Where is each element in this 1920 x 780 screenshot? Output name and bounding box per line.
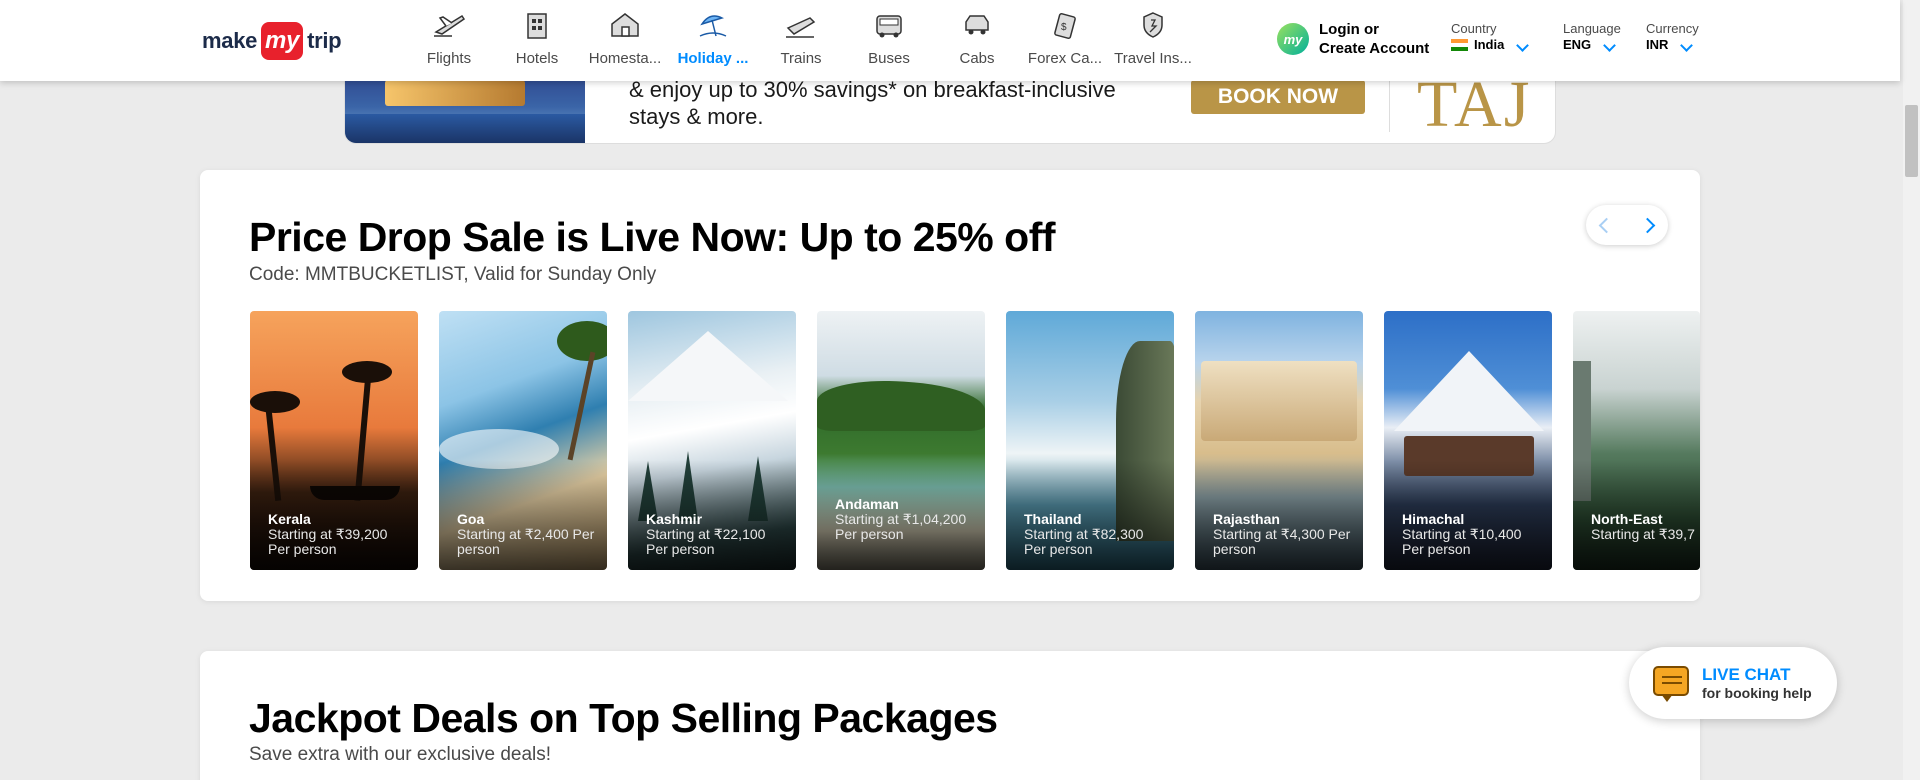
carousel-controls (1586, 205, 1668, 245)
destination-price: Starting at ₹1,04,200 Per person (835, 511, 967, 542)
price-drop-section: Price Drop Sale is Live Now: Up to 25% o… (200, 170, 1700, 601)
logo-trip: trip (307, 28, 342, 53)
bus-icon (872, 8, 906, 42)
banner-text-line2: stays & more. (629, 104, 764, 129)
destination-name: Himachal (1402, 511, 1465, 527)
top-header: make my trip Flights Hotels Homesta... H… (0, 0, 1900, 81)
destination-price: Starting at ₹82,300 Per person (1024, 526, 1144, 557)
logo-make: make (202, 28, 258, 53)
nav-homestays[interactable]: Homesta... (581, 8, 669, 74)
book-now-button[interactable]: BOOK NOW (1191, 80, 1365, 114)
hotel-icon (520, 8, 554, 42)
language-label: Language (1563, 21, 1621, 36)
chevron-down-icon (1603, 39, 1617, 52)
country-label: Country (1451, 21, 1497, 36)
nav-forex-card[interactable]: $ Forex Ca... (1021, 8, 1109, 74)
login-button[interactable]: my Login or Create Account (1277, 20, 1429, 58)
india-flag-icon (1451, 38, 1468, 51)
chat-bubble-icon (1653, 666, 1689, 702)
scrollbar-thumb[interactable] (1905, 105, 1918, 177)
homestay-icon (608, 8, 642, 42)
destination-name: Thailand (1024, 511, 1082, 527)
nav-label: Homesta... (588, 50, 662, 67)
destination-price: Starting at ₹22,100 Per person (646, 526, 766, 557)
destination-card-goa[interactable]: Goa Starting at ₹2,400 Per person (439, 311, 607, 570)
chevron-right-icon (1639, 217, 1656, 233)
live-chat-title: LIVE CHAT (1702, 665, 1791, 684)
destination-card-kerala[interactable]: Kerala Starting at ₹39,200 Per person (250, 311, 418, 570)
nav-label: Hotels (515, 50, 559, 67)
destination-name: Kerala (268, 511, 311, 527)
destination-name: Andaman (835, 496, 899, 512)
nav-label: Flights (426, 50, 472, 67)
destination-name: Goa (457, 511, 485, 527)
nav-label: Buses (868, 50, 910, 67)
nav-label: Trains (780, 50, 822, 67)
destination-price: Starting at ₹39,200 Per person (268, 526, 388, 557)
cab-icon (960, 8, 994, 42)
nav-buses[interactable]: Buses (845, 8, 933, 74)
jackpot-deals-section: Jackpot Deals on Top Selling Packages Sa… (200, 651, 1700, 780)
currency-label: Currency (1646, 21, 1699, 36)
destination-card-rajasthan[interactable]: Rajasthan Starting at ₹4,300 Per person (1195, 311, 1363, 570)
nav-hotels[interactable]: Hotels (493, 8, 581, 74)
main-nav: Flights Hotels Homesta... Holiday ... Tr… (405, 8, 1197, 74)
section-title: Price Drop Sale is Live Now: Up to 25% o… (249, 214, 1056, 260)
banner-text: & enjoy up to 30% savings* on breakfast-… (629, 76, 1149, 130)
destination-price: Starting at ₹2,400 Per person (457, 526, 595, 557)
page-scrollbar[interactable] (1903, 0, 1920, 780)
flight-icon (432, 8, 466, 42)
live-chat-button[interactable]: LIVE CHAT for booking help (1629, 647, 1837, 719)
destination-card-kashmir[interactable]: Kashmir Starting at ₹22,100 Per person (628, 311, 796, 570)
section-subtitle: Save extra with our exclusive deals! (249, 744, 552, 765)
insurance-icon (1136, 8, 1170, 42)
destination-card-himachal[interactable]: Himachal Starting at ₹10,400 Per person (1384, 311, 1552, 570)
train-icon (784, 8, 818, 42)
chevron-left-icon (1598, 217, 1615, 233)
nav-label: Travel Ins... (1114, 50, 1192, 67)
mmt-avatar-icon: my (1277, 23, 1309, 55)
nav-travel-insurance[interactable]: Travel Ins... (1109, 8, 1197, 74)
nav-trains[interactable]: Trains (757, 8, 845, 74)
currency-selector[interactable]: Currency INR (1646, 21, 1699, 53)
carousel-prev-button[interactable] (1592, 210, 1622, 240)
destination-card-thailand[interactable]: Thailand Starting at ₹82,300 Per person (1006, 311, 1174, 570)
login-line1: Login or (1319, 21, 1379, 38)
nav-label: Forex Ca... (1027, 50, 1103, 67)
destination-name: Rajasthan (1213, 511, 1280, 527)
destination-name: North-East (1591, 511, 1663, 527)
country-value: India (1474, 37, 1505, 52)
forex-icon: $ (1048, 8, 1082, 42)
live-chat-subtitle: for booking help (1702, 685, 1812, 701)
nav-holiday-packages[interactable]: Holiday ... (669, 8, 757, 74)
chevron-down-icon (1680, 39, 1694, 52)
currency-value: INR (1646, 37, 1669, 52)
country-selector[interactable]: Country India (1451, 21, 1530, 53)
language-selector[interactable]: Language ENG (1563, 21, 1621, 53)
section-title: Jackpot Deals on Top Selling Packages (249, 695, 998, 741)
nav-flights[interactable]: Flights (405, 8, 493, 74)
logo-my-badge: my (261, 22, 304, 60)
destination-price: Starting at ₹4,300 Per person (1213, 526, 1351, 557)
nav-label: Cabs (959, 50, 995, 67)
destination-name: Kashmir (646, 511, 703, 527)
nav-label: Holiday ... (677, 50, 749, 67)
chevron-down-icon (1516, 39, 1530, 52)
destination-card-andaman[interactable]: Andaman Starting at ₹1,04,200 Per person (817, 311, 985, 570)
destination-price: Starting at ₹39,7 (1591, 526, 1695, 542)
nav-cabs[interactable]: Cabs (933, 8, 1021, 74)
destination-card-north-east[interactable]: North-East Starting at ₹39,7 (1573, 311, 1700, 570)
login-line2: Create Account (1319, 40, 1430, 57)
destination-price: Starting at ₹10,400 Per person (1402, 526, 1522, 557)
makemytrip-logo[interactable]: make my trip (202, 22, 342, 60)
destination-carousel: Kerala Starting at ₹39,200 Per person Go… (250, 311, 1700, 571)
section-subtitle: Code: MMTBUCKETLIST, Valid for Sunday On… (249, 264, 657, 285)
carousel-next-button[interactable] (1633, 210, 1663, 240)
language-value: ENG (1563, 37, 1592, 52)
svg-text:$: $ (1061, 22, 1067, 33)
holiday-icon (696, 8, 730, 42)
